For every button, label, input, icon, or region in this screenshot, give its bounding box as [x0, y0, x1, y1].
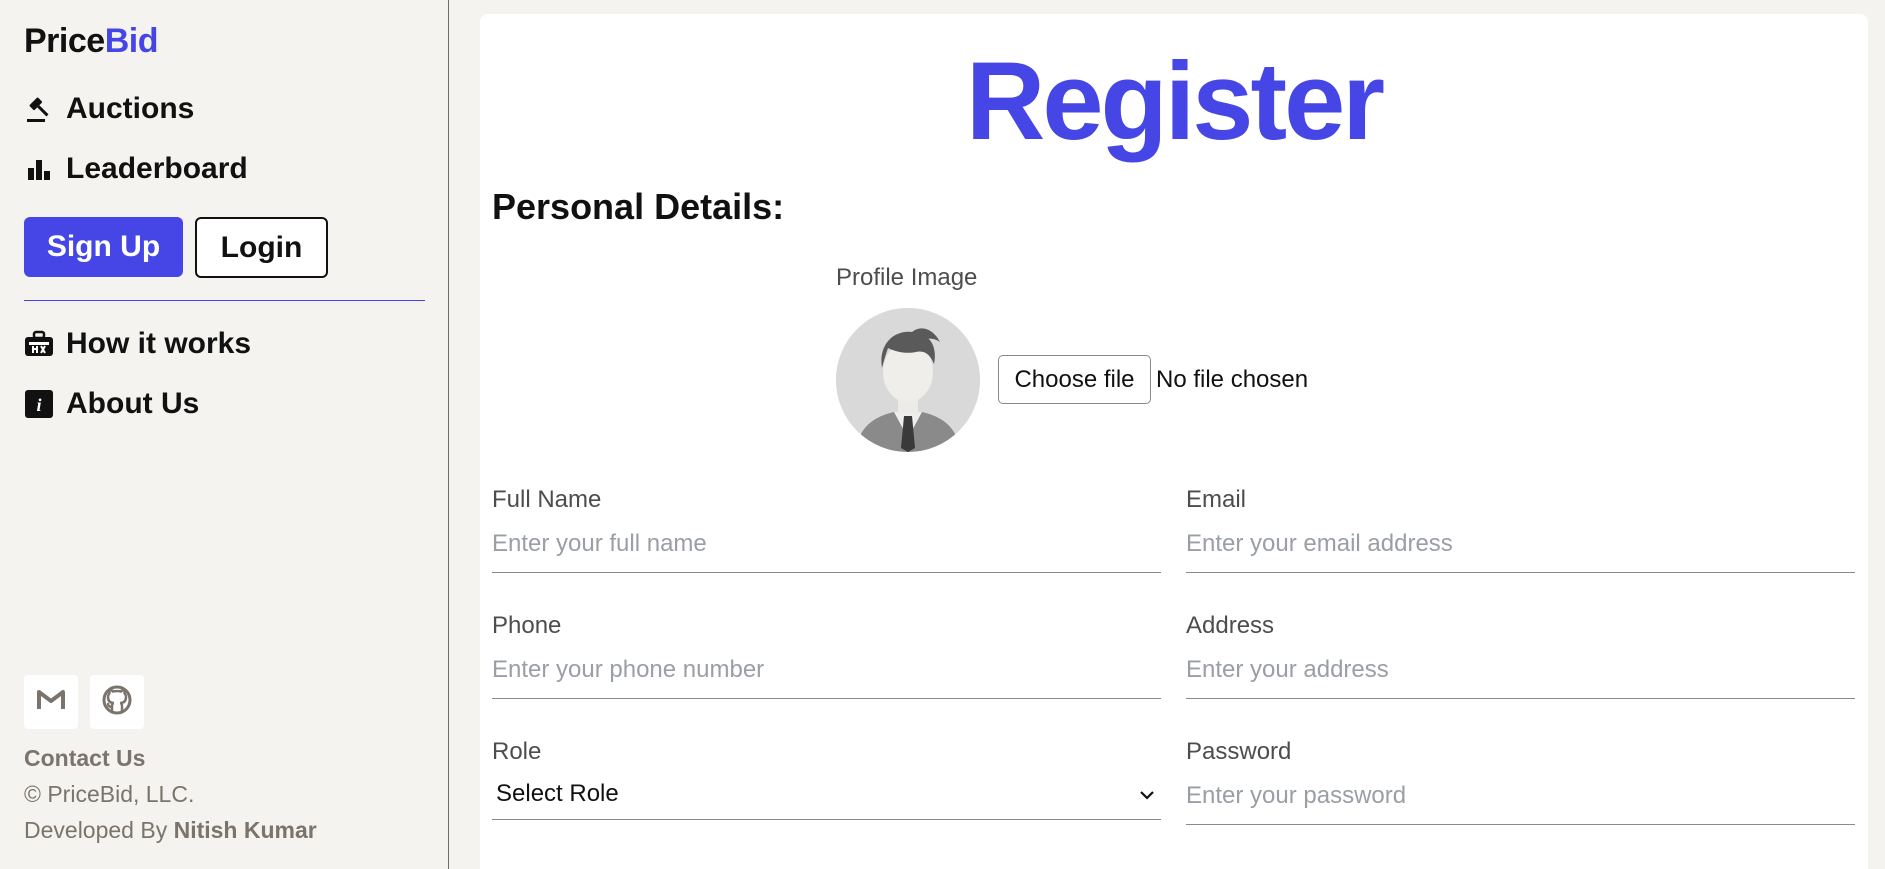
- choose-file-button[interactable]: Choose file: [998, 355, 1151, 404]
- github-link[interactable]: [90, 675, 144, 729]
- full-name-label: Full Name: [492, 486, 602, 513]
- file-status: No file chosen: [1156, 366, 1309, 393]
- bar-chart-icon: [24, 154, 54, 184]
- password-input[interactable]: [1186, 772, 1855, 825]
- page-title: Register: [965, 40, 1385, 163]
- avatar-placeholder: [836, 308, 980, 452]
- role-select-wrapper: Select Role: [492, 772, 1161, 820]
- github-icon: [102, 685, 132, 720]
- developer-name: Nitish Kumar: [173, 817, 317, 843]
- role-group: Role Select Role: [492, 738, 1161, 820]
- developer-prefix: Developed By: [24, 817, 174, 843]
- nav-how-it-works-label: How it works: [66, 327, 252, 360]
- address-label: Address: [1186, 612, 1275, 639]
- brand-name-part1: Price: [24, 22, 105, 60]
- copyright-text: © PriceBid, LLC.: [24, 781, 195, 807]
- profile-image-label: Profile Image: [836, 264, 978, 291]
- phone-label: Phone: [492, 612, 562, 639]
- email-label: Email: [1186, 486, 1247, 513]
- contact-us-link[interactable]: Contact Us: [24, 745, 145, 772]
- address-input[interactable]: [1186, 646, 1855, 699]
- info-icon: i: [24, 389, 54, 419]
- password-group: Password: [1186, 738, 1855, 825]
- developer-credit: Developed By Nitish Kumar: [24, 817, 317, 844]
- email-group: Email: [1186, 486, 1855, 573]
- role-label: Role: [492, 738, 542, 765]
- signup-button[interactable]: Sign Up: [24, 217, 183, 277]
- password-label: Password: [1186, 738, 1292, 765]
- sidebar: PriceBid Auctions Leaderboard Sign Up Lo…: [0, 0, 449, 869]
- nav-leaderboard-label: Leaderboard: [66, 152, 248, 185]
- sidebar-divider: [24, 300, 425, 301]
- gmail-icon: [37, 689, 65, 716]
- phone-group: Phone: [492, 612, 1161, 699]
- toolbox-icon: [24, 329, 54, 359]
- nav-about-us-label: About Us: [66, 387, 200, 420]
- nav-how-it-works[interactable]: How it works: [24, 327, 251, 361]
- address-group: Address: [1186, 612, 1855, 699]
- role-select[interactable]: Select Role: [492, 772, 1161, 820]
- gmail-link[interactable]: [24, 675, 78, 729]
- login-button[interactable]: Login: [195, 217, 328, 278]
- full-name-group: Full Name: [492, 486, 1161, 573]
- nav-leaderboard[interactable]: Leaderboard: [24, 152, 248, 186]
- section-title: Personal Details:: [492, 186, 785, 227]
- email-input[interactable]: [1186, 520, 1855, 573]
- nav-auctions[interactable]: Auctions: [24, 92, 194, 126]
- brand-logo[interactable]: PriceBid: [24, 22, 158, 61]
- svg-text:i: i: [36, 395, 41, 415]
- register-card: Register Personal Details: Profile Image…: [480, 14, 1868, 869]
- brand-name-part2: Bid: [104, 22, 159, 60]
- nav-about-us[interactable]: i About Us: [24, 387, 199, 421]
- nav-auctions-label: Auctions: [66, 92, 195, 125]
- phone-input[interactable]: [492, 646, 1161, 699]
- gavel-icon: [24, 94, 54, 124]
- full-name-input[interactable]: [492, 520, 1161, 573]
